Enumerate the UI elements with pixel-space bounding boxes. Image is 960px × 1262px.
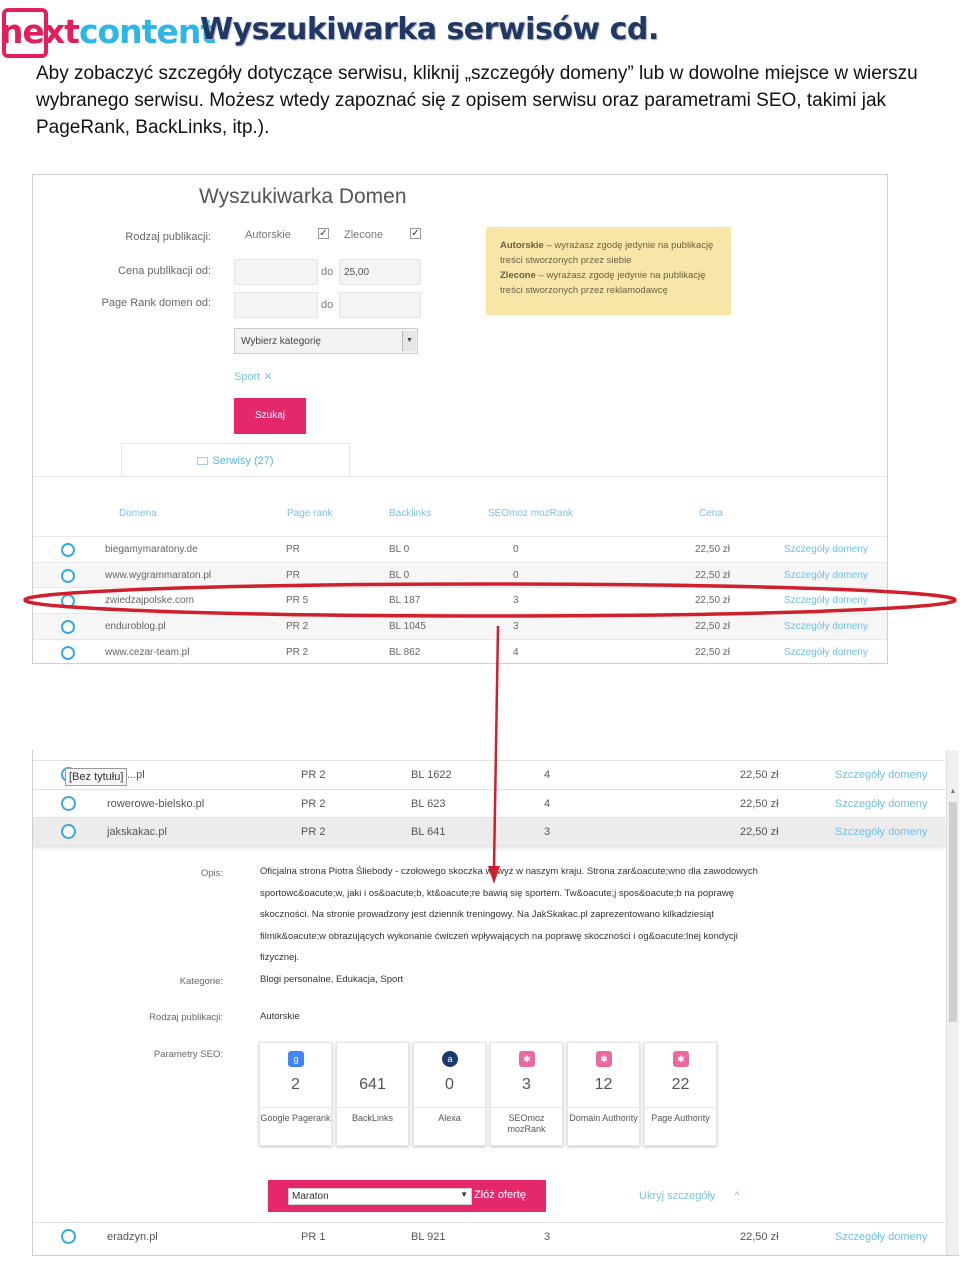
highlight-ellipse: [23, 582, 957, 618]
annotation-arrowhead: [488, 866, 500, 884]
annotation-overlay: [23, 582, 957, 884]
annotation-arrow-line: [492, 625, 500, 869]
